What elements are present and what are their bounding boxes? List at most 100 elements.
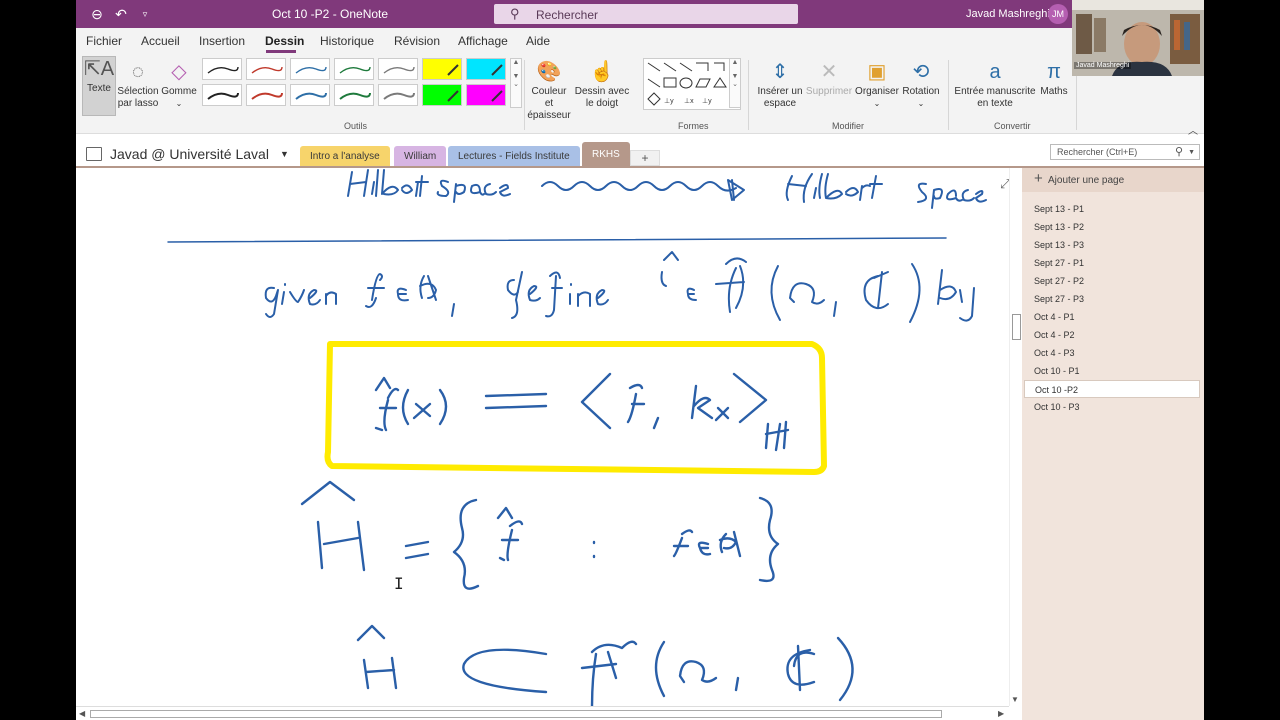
page-item[interactable]: Sept 13 - P1 — [1024, 200, 1200, 218]
page-item[interactable]: Sept 13 - P2 — [1024, 218, 1200, 236]
plus-icon: + — [1034, 170, 1043, 187]
page-item-selected[interactable]: Oct 10 -P2 — [1024, 380, 1200, 398]
ink-hilbert-space-right — [785, 173, 987, 209]
rotate-button[interactable]: ⟲ Rotation ⌄ — [900, 60, 942, 110]
tab-revision[interactable]: Révision — [394, 34, 440, 48]
page-item[interactable]: Oct 4 - P3 — [1024, 344, 1200, 362]
shapes-gallery[interactable]: ⊥y ⊥x ⊥y — [643, 58, 741, 110]
onenote-window: ⊖ ↶ ▿ Oct 10 -P2 - OneNote ⚲ Rechercher … — [76, 0, 1204, 720]
add-section-button[interactable]: + — [630, 150, 660, 166]
separator — [948, 60, 949, 130]
vertical-scrollbar[interactable]: ▼ — [1009, 168, 1022, 706]
page-canvas[interactable] — [76, 168, 1022, 720]
tab-dessin[interactable]: Dessin — [265, 34, 304, 48]
pen-gallery — [200, 58, 510, 110]
tab-aide[interactable]: Aide — [526, 34, 550, 48]
notebook-icon[interactable] — [86, 147, 102, 161]
pen-8[interactable] — [290, 84, 330, 106]
section-tab-william[interactable]: William — [394, 146, 447, 167]
chevron-down-icon[interactable]: ▼ — [280, 149, 289, 159]
svg-text:⊥y: ⊥y — [702, 98, 712, 105]
pen-7[interactable] — [246, 84, 286, 106]
add-page-button[interactable]: + Ajouter une page — [1022, 168, 1204, 192]
pen-2[interactable] — [246, 58, 286, 80]
ink-to-text-button[interactable]: a Entrée manuscrite en texte — [954, 60, 1036, 110]
quick-access-dropdown-icon[interactable]: ▿ — [136, 5, 154, 23]
tab-accueil[interactable]: Accueil — [141, 34, 180, 48]
scroll-down-icon[interactable]: ▼ — [1011, 695, 1019, 704]
rotate-icon: ⟲ — [912, 61, 930, 83]
avatar[interactable]: JM — [1048, 4, 1068, 24]
page-item[interactable]: Sept 27 - P2 — [1024, 272, 1200, 290]
lasso-select-button[interactable]: ◌ Sélection par lasso — [116, 60, 160, 110]
group-label-outils: Outils — [344, 121, 368, 131]
tab-insertion[interactable]: Insertion — [199, 34, 245, 48]
back-icon[interactable]: ⊖ — [88, 5, 106, 23]
pen-6[interactable] — [202, 84, 242, 106]
svg-text:⊥x: ⊥x — [684, 98, 694, 105]
scroll-right-icon[interactable]: ▶ — [998, 709, 1004, 718]
ink-label-2: en texte — [977, 98, 1013, 109]
ink-h-hat-subset — [356, 624, 854, 710]
tab-fichier[interactable]: Fichier — [86, 34, 122, 48]
page-item[interactable]: Sept 27 - P1 — [1024, 254, 1200, 272]
horizontal-scrollbar[interactable]: ◀ ▶ — [76, 706, 1009, 720]
pen-10[interactable] — [378, 84, 418, 106]
section-tab-rkhs[interactable]: RKHS — [582, 142, 630, 167]
color-thickness-button[interactable]: 🎨 Couleur et épaisseur — [526, 60, 572, 122]
finger-draw-button[interactable]: ☝ Dessin avec le doigt — [574, 60, 630, 110]
pen-4[interactable] — [334, 58, 374, 80]
pen-3[interactable] — [290, 58, 330, 80]
pen-1[interactable] — [202, 58, 242, 80]
highlighter-cyan[interactable] — [466, 58, 506, 80]
shapes-gallery-scroll[interactable]: ▲ ▼ ⌄ — [729, 58, 741, 108]
section-tab-intro[interactable]: Intro a l'analyse — [300, 146, 390, 167]
page-item[interactable]: Sept 13 - P3 — [1024, 236, 1200, 254]
scroll-left-icon[interactable]: ◀ — [79, 709, 85, 718]
vertical-scroll-thumb[interactable] — [1012, 314, 1021, 340]
separator — [524, 60, 525, 130]
delete-label: Supprimer — [805, 86, 853, 97]
user-name[interactable]: Javad Mashreghi — [966, 8, 1050, 20]
highlighter-yellow[interactable] — [422, 58, 462, 80]
pen-9[interactable] — [334, 84, 374, 106]
arrange-button[interactable]: ▣ Organiser ⌄ — [854, 60, 900, 110]
pages-pane: + Ajouter une page Sept 13 - P1 Sept 13 … — [1022, 168, 1204, 720]
delete-button[interactable]: ✕ Supprimer — [804, 60, 854, 98]
collapse-ribbon-icon[interactable]: ︿ — [1188, 122, 1198, 137]
insert-space-button[interactable]: ⇕ Insérer un espace — [752, 60, 808, 110]
search-box[interactable]: ⚲ Rechercher — [494, 4, 798, 24]
pen-5[interactable] — [378, 58, 418, 80]
math-button[interactable]: π Maths — [1036, 60, 1072, 98]
ink-to-text-icon: a — [989, 61, 1001, 83]
menu-bar: Fichier Accueil Insertion Dessin Histori… — [76, 28, 1204, 54]
ink-given-line — [264, 251, 975, 323]
tab-historique[interactable]: Historique — [320, 34, 374, 48]
undo-icon[interactable]: ↶ — [112, 5, 130, 23]
lasso-label-1: Sélection — [117, 86, 159, 97]
page-item[interactable]: Oct 4 - P1 — [1024, 308, 1200, 326]
highlighter-green[interactable] — [422, 84, 462, 106]
highlighter-magenta[interactable] — [466, 84, 506, 106]
add-page-label: Ajouter une page — [1048, 175, 1125, 186]
palette-icon: 🎨 — [536, 61, 562, 83]
eraser-button[interactable]: ◇ Gomme ⌄ — [160, 60, 198, 110]
tab-affichage[interactable]: Affichage — [458, 34, 508, 48]
eraser-label: Gomme — [161, 86, 197, 97]
notebook-name[interactable]: Javad @ Université Laval — [110, 146, 269, 162]
page-item[interactable]: Oct 4 - P2 — [1024, 326, 1200, 344]
horizontal-scroll-thumb[interactable] — [90, 710, 942, 718]
color-label-1: Couleur et — [531, 86, 567, 109]
page-item[interactable]: Oct 10 - P3 — [1024, 398, 1200, 416]
notebook-search-input[interactable]: Rechercher (Ctrl+E) ⚲ ▼ — [1050, 144, 1200, 160]
page-item[interactable]: Sept 27 - P3 — [1024, 290, 1200, 308]
svg-text:⊥y: ⊥y — [664, 98, 674, 105]
text-tool-button[interactable]: ⇱A Texte — [82, 56, 116, 116]
pen-gallery-scroll[interactable]: ▲ ▼ ⌄ — [510, 58, 522, 108]
section-tab-lectures[interactable]: Lectures - Fields Institute — [448, 146, 580, 167]
page-item[interactable]: Oct 10 - P1 — [1024, 362, 1200, 380]
insert-space-label-2: espace — [763, 98, 797, 109]
finger-icon: ☝ — [589, 61, 615, 83]
rotate-label: Rotation — [902, 86, 940, 97]
delete-icon: ✕ — [820, 61, 838, 83]
